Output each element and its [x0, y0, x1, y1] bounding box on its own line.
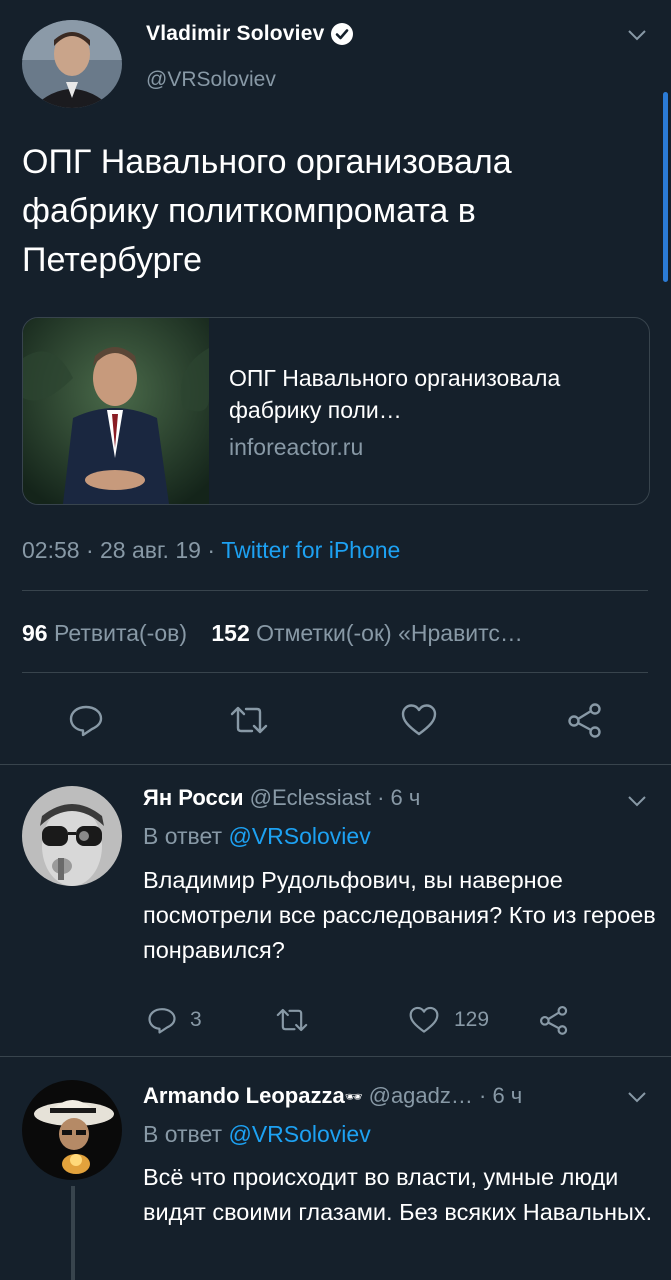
tweet-stats: 96 Ретвита(-ов) 152 Отметки(-ок) «Нравит…	[22, 620, 523, 647]
retweet-stat[interactable]: 96 Ретвита(-ов)	[22, 620, 187, 646]
chevron-down-icon[interactable]	[626, 27, 648, 43]
author-name[interactable]: Vladimir Soloviev	[146, 22, 324, 45]
reply-author-name[interactable]: Ян Росси	[143, 785, 243, 810]
reply-handle[interactable]: @agadz…	[369, 1083, 473, 1108]
like-label: Отметки(-ок) «Нравитс…	[256, 620, 523, 646]
reply-action[interactable]: 3	[146, 1005, 202, 1035]
retweet-count: 96	[22, 620, 48, 646]
reply-time: · 6 ч	[370, 785, 421, 810]
reply-count: 3	[190, 1008, 202, 1031]
card-image	[23, 318, 209, 504]
tweet-time: 02:58 · 28 авг. 19 ·	[22, 537, 222, 563]
like-stat[interactable]: 152 Отметки(-ок) «Нравитс…	[211, 620, 523, 646]
tweet-source-link[interactable]: Twitter for iPhone	[221, 537, 400, 563]
like-count: 129	[454, 1008, 490, 1031]
author-handle[interactable]: @VRSoloviev	[146, 68, 276, 92]
reply-avatar[interactable]	[22, 786, 122, 886]
divider	[22, 672, 648, 673]
like-action[interactable]: 129	[408, 1005, 489, 1035]
reply-text: Всё что происходит во власти, умные люди…	[143, 1164, 653, 1225]
reply-prefix: В ответ	[143, 1121, 229, 1147]
reply-header: Armando Leopazza🕶 @agadz… · 6 ч	[143, 1083, 522, 1109]
scrollbar[interactable]	[663, 92, 668, 282]
chevron-down-icon[interactable]	[626, 1089, 648, 1105]
like-count: 152	[211, 620, 250, 646]
reply-icon	[148, 1008, 176, 1034]
reply-to-link[interactable]: @VRSoloviev	[228, 1121, 370, 1147]
card-title: ОПГ Навального организовала фабрику поли…	[229, 365, 561, 423]
reply-context: В ответ @VRSoloviev	[143, 1121, 371, 1148]
reply-header: Ян Росси @Eclessiast · 6 ч	[143, 785, 420, 811]
divider	[0, 764, 671, 765]
reply-to-link[interactable]: @VRSoloviev	[228, 823, 370, 849]
retweet-icon[interactable]	[228, 702, 270, 738]
retweet-action[interactable]	[274, 1005, 318, 1035]
tweet-meta: 02:58 · 28 авг. 19 · Twitter for iPhone	[22, 537, 400, 564]
reply-author-name[interactable]: Armando Leopazza	[143, 1083, 345, 1108]
divider	[22, 590, 648, 591]
reply-time: · 6 ч	[472, 1083, 523, 1108]
divider	[0, 1056, 671, 1057]
reply-icon[interactable]	[68, 702, 104, 738]
chevron-down-icon[interactable]	[626, 793, 648, 809]
link-card[interactable]: ОПГ Навального организовала фабрику поли…	[22, 317, 650, 505]
reply-handle[interactable]: @Eclessiast	[250, 785, 371, 810]
verified-badge-icon	[331, 23, 354, 46]
reply-text: Владимир Рудольфович, вы наверное посмот…	[143, 867, 656, 963]
like-icon	[409, 1006, 439, 1033]
author-name-row[interactable]: Vladimir Soloviev	[146, 22, 354, 52]
card-domain: inforeactor.ru	[229, 434, 364, 460]
share-icon[interactable]	[566, 702, 604, 738]
author-avatar[interactable]	[22, 20, 122, 108]
retweet-icon	[276, 1008, 308, 1032]
reply-context: В ответ @VRSoloviev	[143, 823, 371, 850]
retweet-label: Ретвита(-ов)	[53, 620, 187, 646]
reply-avatar[interactable]	[22, 1080, 122, 1180]
like-icon[interactable]	[400, 702, 438, 738]
share-icon[interactable]	[538, 1005, 570, 1035]
thread-line	[71, 1186, 75, 1280]
reply-prefix: В ответ	[143, 823, 229, 849]
sunglasses-emoji: 🕶	[344, 1088, 363, 1105]
tweet-text: ОПГ Навального организовала фабрику поли…	[22, 143, 512, 279]
